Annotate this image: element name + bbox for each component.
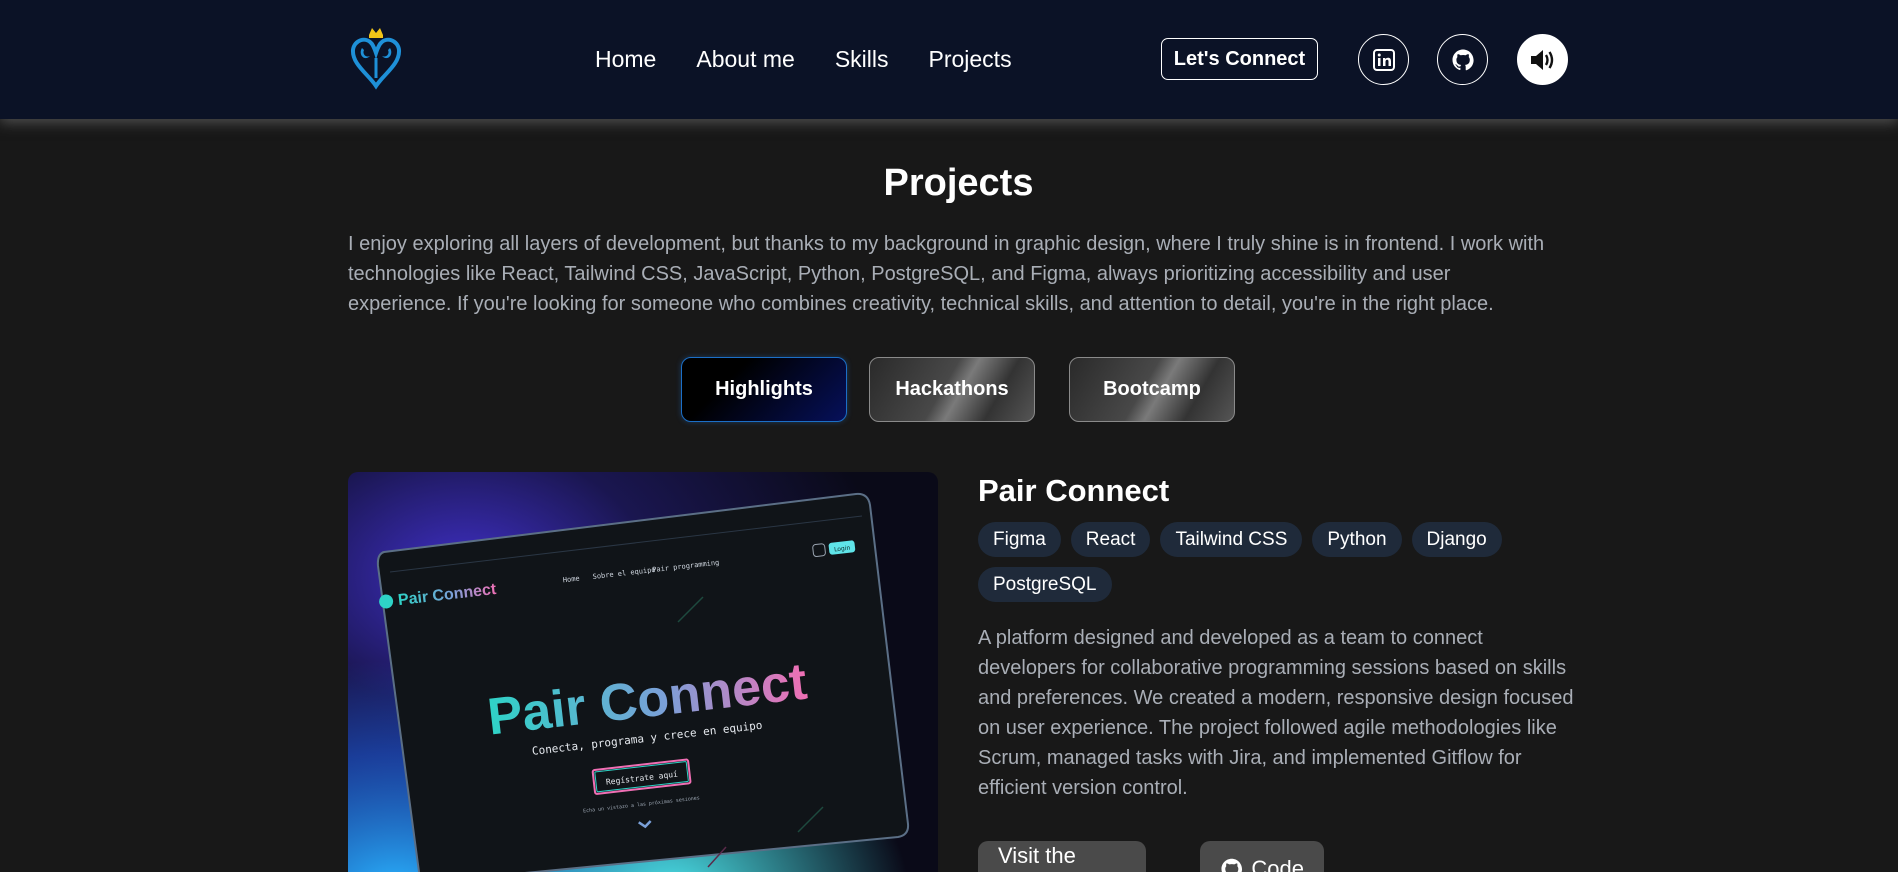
visit-website-label: Visit the website [998, 843, 1076, 872]
project-description: A platform designed and developed as a t… [978, 627, 1574, 799]
linkedin-button[interactable] [1358, 34, 1409, 85]
tag-postgresql: PostgreSQL [978, 567, 1112, 602]
project-screenshot: Pair Connect Home Sobre el equipo Pair p… [348, 472, 938, 872]
nav-link-about[interactable]: About me [696, 46, 794, 73]
code-button[interactable]: Code [1200, 841, 1324, 872]
tag-react: React [1070, 522, 1151, 557]
intro-paragraph: I enjoy exploring all layers of developm… [348, 233, 1545, 315]
github-icon [1221, 858, 1243, 872]
tab-highlights[interactable]: Highlights [681, 357, 847, 422]
project-title: Pair Connect [978, 473, 1170, 508]
github-button[interactable] [1437, 34, 1488, 85]
tag-tailwind: Tailwind CSS [1160, 522, 1303, 557]
page-title: Projects [883, 162, 1034, 204]
visit-website-button[interactable]: Visit the website [978, 841, 1146, 872]
tech-tags: Figma React Tailwind CSS Python Django P… [978, 522, 1578, 602]
nav-link-home[interactable]: Home [595, 46, 656, 73]
linkedin-icon [1372, 48, 1395, 71]
tab-hackathons[interactable]: Hackathons [869, 357, 1035, 422]
navbar: Home About me Skills Projects Let's Conn… [0, 0, 1898, 119]
speaker-icon [1530, 49, 1553, 70]
github-icon [1452, 49, 1474, 70]
code-label: Code [1251, 856, 1304, 872]
tag-django: Django [1411, 522, 1502, 557]
main-nav: Home About me Skills Projects [595, 46, 1012, 73]
tab-bootcamp[interactable]: Bootcamp [1069, 357, 1235, 422]
lets-connect-button[interactable]: Let's Connect [1161, 38, 1318, 80]
sound-toggle-button[interactable] [1517, 34, 1568, 85]
tag-python: Python [1312, 522, 1402, 557]
kingdom-hearts-logo-icon[interactable] [348, 26, 404, 92]
nav-link-projects[interactable]: Projects [928, 46, 1011, 73]
tag-figma: Figma [978, 522, 1061, 557]
nav-link-skills[interactable]: Skills [835, 46, 889, 73]
